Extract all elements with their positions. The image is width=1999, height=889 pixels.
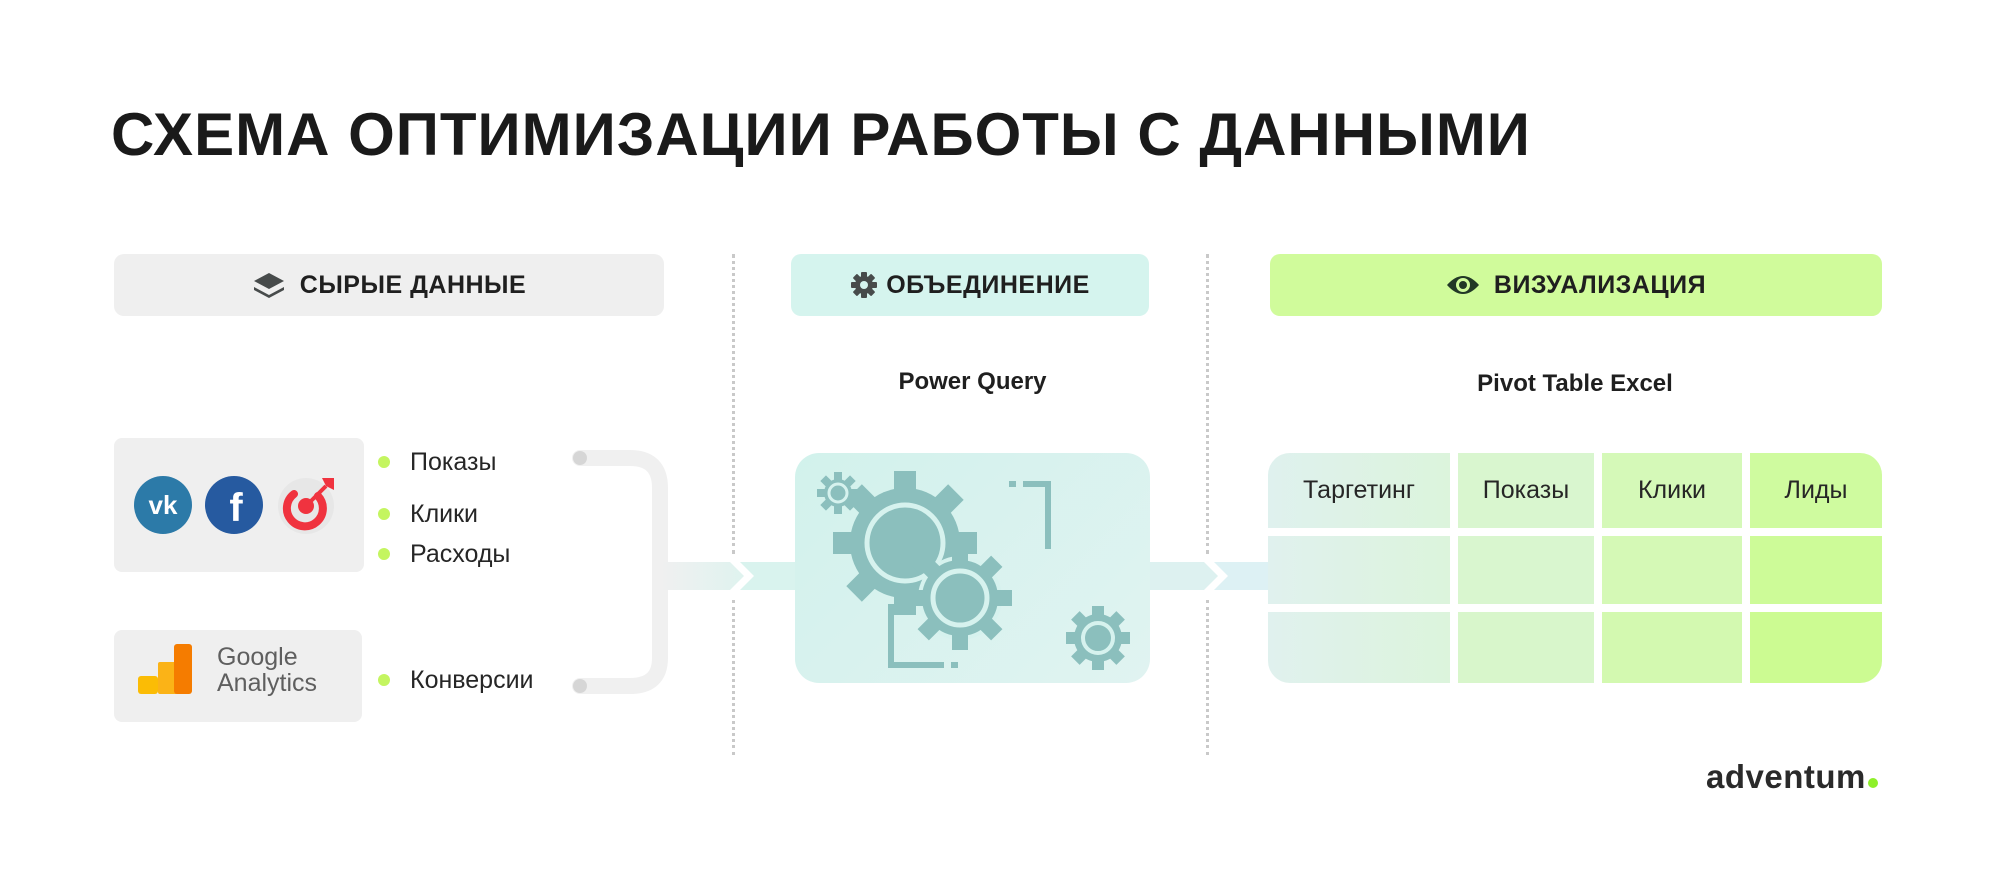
- facebook-icon: f: [205, 476, 263, 534]
- phase-label: ОБЪЕДИНЕНИЕ: [886, 270, 1090, 299]
- table-cell: [1750, 612, 1882, 683]
- arrow-to-visualization: [1150, 562, 1218, 590]
- google-analytics-logo-icon: [138, 644, 192, 694]
- table-header-cell: Клики: [1602, 453, 1742, 528]
- connector-node: [573, 679, 587, 693]
- source-ad-platforms: vk f: [114, 438, 364, 572]
- table-cell: [1268, 536, 1450, 604]
- phase-raw-data: СЫРЫЕ ДАННЫЕ: [114, 254, 664, 316]
- brand-dot-icon: [1867, 778, 1878, 788]
- table-cell: [1458, 612, 1594, 683]
- table-header-cell: Таргетинг: [1268, 453, 1450, 528]
- merge-process-box: [795, 453, 1150, 683]
- eye-icon: [1446, 270, 1480, 300]
- bullet-icon: [378, 548, 390, 560]
- arrow-to-visualization: [1214, 562, 1270, 590]
- metric-item: Клики: [378, 492, 510, 536]
- merge-tool-label: Power Query: [898, 368, 1047, 395]
- phase-merge: ОБЪЕДИНЕНИЕ: [791, 254, 1149, 316]
- table-cell: [1750, 536, 1882, 604]
- arrow-to-merge: [660, 562, 744, 590]
- phase-label: ВИЗУАЛИЗАЦИЯ: [1493, 270, 1707, 299]
- phase-label: СЫРЫЕ ДАННЫЕ: [299, 270, 527, 299]
- bracket-connector: [572, 450, 668, 694]
- pivot-table: Таргетинг Показы Клики Лиды: [1268, 453, 1882, 683]
- connector-node: [573, 451, 587, 465]
- gear-icon: [850, 270, 878, 300]
- svg-text:vk: vk: [149, 490, 178, 520]
- vk-icon: vk: [134, 476, 192, 534]
- brand-logo: adventum: [1706, 758, 1878, 796]
- table-cell: [1458, 536, 1594, 604]
- bullet-icon: [378, 674, 390, 686]
- layers-icon: [252, 270, 286, 300]
- metric-item: Показы: [378, 444, 510, 480]
- phase-visualization: ВИЗУАЛИЗАЦИЯ: [1270, 254, 1882, 316]
- target-icon: [278, 478, 334, 534]
- table-cell: [1602, 536, 1742, 604]
- metric-list: Показы Клики Расходы: [378, 444, 510, 572]
- page-title: СХЕМА ОПТИМИЗАЦИИ РАБОТЫ С ДАННЫМИ: [111, 101, 1531, 168]
- gears-icon: [817, 471, 1130, 670]
- google-analytics-label: Google Analytics: [217, 643, 318, 697]
- bullet-icon: [378, 508, 390, 520]
- metric-item: Конверсии: [378, 662, 534, 698]
- table-header-cell: Показы: [1458, 453, 1594, 528]
- source-google-analytics: Google Analytics: [114, 630, 362, 722]
- arrow-to-merge: [740, 562, 796, 590]
- visualization-tool-label: Pivot Table Excel: [1477, 370, 1673, 397]
- svg-text:f: f: [229, 486, 243, 530]
- bullet-icon: [378, 456, 390, 468]
- table-cell: [1268, 612, 1450, 683]
- table-header-cell: Лиды: [1750, 453, 1882, 528]
- metric-item: Расходы: [378, 536, 510, 572]
- table-cell: [1602, 612, 1742, 683]
